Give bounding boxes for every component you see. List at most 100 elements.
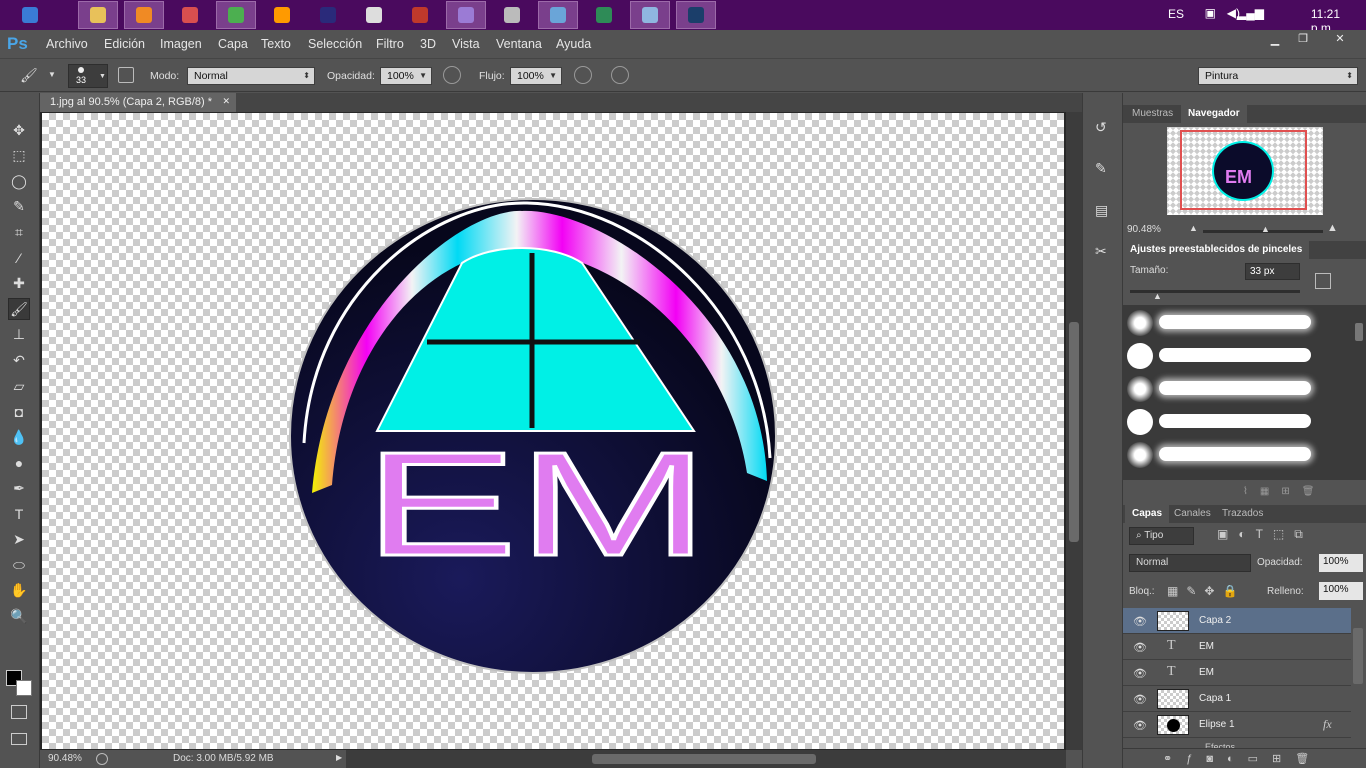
brush-presets-title[interactable]: Ajustes preestablecidos de pinceles	[1123, 241, 1310, 259]
zoom-in-icon[interactable]: ▲	[1327, 222, 1338, 234]
visibility-eye-icon[interactable]: 👁	[1133, 693, 1147, 706]
scroll-thumb[interactable]	[1069, 322, 1079, 542]
brush-panel-icon[interactable]	[118, 67, 134, 83]
paint-bucket-icon[interactable]: ◘	[8, 401, 30, 423]
zoom-out-icon[interactable]: ▲	[1189, 223, 1198, 233]
flow-input[interactable]: 100% ▼	[510, 67, 562, 85]
menu-item[interactable]: Selección	[308, 37, 362, 51]
brush-size-field[interactable]: 33 px	[1245, 263, 1300, 280]
language-indicator[interactable]: ES	[1168, 7, 1184, 21]
taskbar-app[interactable]	[676, 1, 716, 29]
close-tab-icon[interactable]: ✕	[222, 96, 230, 107]
signal-icon[interactable]: ▂▄▆	[1237, 6, 1264, 20]
pressure-size-icon[interactable]	[611, 66, 629, 84]
tool-preset-arrow[interactable]: ▼	[48, 70, 56, 79]
pressure-opacity-icon[interactable]	[443, 66, 461, 84]
menu-item[interactable]: Ventana	[496, 37, 542, 51]
brush-settings-icon[interactable]	[1315, 273, 1331, 289]
screen-mode-icon[interactable]	[11, 733, 27, 745]
lock-icons[interactable]: ▦✎✥🔒	[1167, 584, 1245, 598]
quick-select-icon[interactable]: ✎	[8, 196, 30, 218]
menu-item[interactable]: Filtro	[376, 37, 404, 51]
tab-capas[interactable]: Capas	[1125, 505, 1170, 523]
taskbar-app[interactable]	[492, 1, 532, 29]
hand-tool-icon[interactable]: ✋	[8, 580, 30, 602]
layer-footer-icons[interactable]: ⚭ƒ◙◐▭⊞🗑	[1163, 752, 1323, 765]
taskbar-app[interactable]	[584, 1, 624, 29]
vertical-scrollbar[interactable]	[1066, 112, 1082, 750]
device-icon[interactable]: ▣	[1205, 6, 1216, 20]
brush-preset-item[interactable]	[1123, 372, 1351, 405]
layer-row[interactable]: 👁 T EM	[1123, 660, 1351, 686]
brush-preset-item[interactable]	[1123, 339, 1351, 372]
clone-stamp-icon[interactable]: ⊥	[8, 324, 30, 346]
pen-tool-icon[interactable]: ✒	[8, 477, 30, 499]
layer-row[interactable]: 👁 Elipse 1 fx	[1123, 712, 1351, 738]
zoom-tool-icon[interactable]: 🔍	[8, 605, 30, 627]
taskbar-app[interactable]	[630, 1, 670, 29]
taskbar-app[interactable]	[262, 1, 302, 29]
tab-trazados[interactable]: Trazados	[1215, 505, 1270, 523]
tab-navegador[interactable]: Navegador	[1181, 105, 1247, 123]
brush-tool-icon[interactable]: 🖌	[20, 67, 38, 84]
layer-row[interactable]: 👁 T EM	[1123, 634, 1351, 660]
layer-filter-select[interactable]: ⌕ Tipo	[1129, 527, 1194, 545]
brush-preset-item[interactable]	[1123, 438, 1351, 471]
fill-field[interactable]: 100%	[1319, 582, 1363, 600]
history-icon[interactable]: ↺	[1095, 119, 1107, 136]
status-menu-arrow[interactable]: ▶	[336, 753, 342, 762]
document-canvas[interactable]: EM	[42, 113, 1064, 749]
blur-tool-icon[interactable]: 💧	[8, 426, 30, 448]
chevron-down-icon[interactable]: ▼	[549, 71, 557, 80]
move-tool-icon[interactable]: ✥	[8, 119, 30, 141]
menu-item[interactable]: Imagen	[160, 37, 202, 51]
brush-size-picker[interactable]: 33 ▼	[68, 64, 108, 88]
healing-brush-icon[interactable]: ✚	[8, 273, 30, 295]
taskbar-app[interactable]	[10, 1, 50, 29]
ellipse-tool-icon[interactable]: ⬭	[8, 554, 30, 576]
taskbar-app[interactable]	[446, 1, 486, 29]
eyedropper-icon[interactable]: ⁄	[8, 247, 30, 269]
layers-scrollbar[interactable]	[1353, 628, 1363, 684]
fx-icon[interactable]: fx	[1323, 717, 1332, 732]
tool-presets-icon[interactable]: ✂	[1095, 243, 1107, 260]
layer-row[interactable]: 👁 Capa 1	[1123, 686, 1351, 712]
slider-thumb[interactable]: ▲	[1261, 224, 1270, 234]
layer-row[interactable]: 👁 Capa 2	[1123, 608, 1351, 634]
layer-opacity-field[interactable]: 100%	[1319, 554, 1363, 572]
minimize-button[interactable]: ▁	[1263, 33, 1287, 49]
quick-mask-icon[interactable]	[11, 705, 27, 719]
close-button[interactable]: ✕	[1322, 32, 1358, 48]
status-zoom[interactable]: 90.48%	[48, 753, 82, 764]
history-brush-icon[interactable]: ↶	[8, 349, 30, 371]
navigator-view-box[interactable]	[1180, 130, 1307, 210]
crop-tool-icon[interactable]: ⌗	[8, 221, 30, 243]
brush-list-scrollbar[interactable]	[1355, 323, 1363, 341]
restore-button[interactable]: ❐	[1291, 32, 1315, 48]
taskbar-app[interactable]	[400, 1, 440, 29]
taskbar-app[interactable]	[354, 1, 394, 29]
menu-item[interactable]: Ayuda	[556, 37, 591, 51]
taskbar-app[interactable]	[538, 1, 578, 29]
brush-preset-item[interactable]	[1123, 405, 1351, 438]
brush-panel-footer-icons[interactable]: ⌇▦⊞🗑	[1243, 486, 1326, 497]
path-select-icon[interactable]: ➤	[8, 529, 30, 551]
visibility-eye-icon[interactable]: 👁	[1133, 615, 1147, 628]
taskbar-app[interactable]	[78, 1, 118, 29]
layer-filter-icons[interactable]: ▣◐T⬚⧉	[1217, 527, 1313, 542]
slider-thumb[interactable]: ▲	[1153, 291, 1162, 301]
mode-select[interactable]: Normal ⬍	[187, 67, 315, 85]
eraser-icon[interactable]: ▱	[8, 375, 30, 397]
taskbar-app[interactable]	[124, 1, 164, 29]
visibility-eye-icon[interactable]: 👁	[1133, 667, 1147, 680]
menu-item[interactable]: Vista	[452, 37, 480, 51]
lasso-tool-icon[interactable]: ◯	[8, 170, 30, 192]
clone-source-icon[interactable]: ▤	[1095, 202, 1108, 219]
taskbar-app[interactable]	[170, 1, 210, 29]
taskbar-app[interactable]	[308, 1, 348, 29]
background-color-swatch[interactable]	[16, 680, 32, 696]
type-tool-icon[interactable]: T	[8, 503, 30, 525]
taskbar-app[interactable]	[216, 1, 256, 29]
brush-preset-item[interactable]	[1123, 306, 1351, 339]
brush-tool-icon[interactable]: 🖌	[8, 298, 30, 321]
